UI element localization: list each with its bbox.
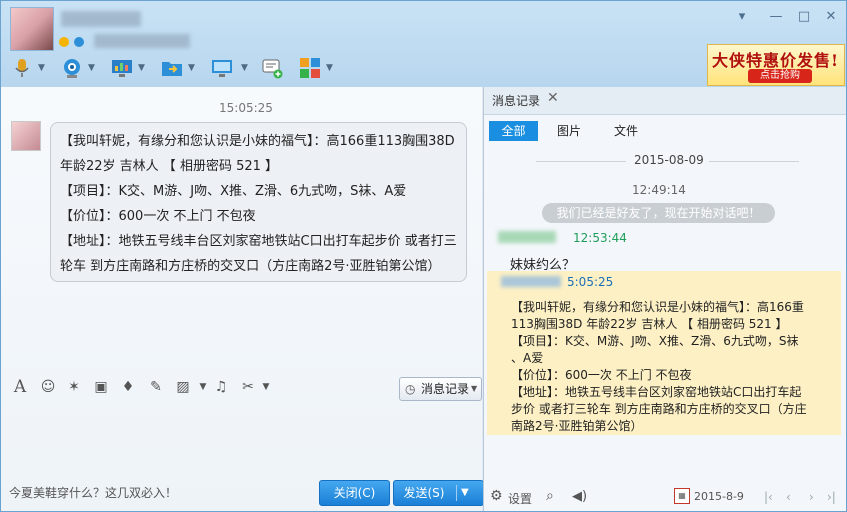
remote-desktop-icon[interactable] — [211, 57, 233, 79]
highlighted-message: 5:05:25 【我叫轩妮，有缘分和您认识是小妹的福气】：高166重 113胸围… — [487, 271, 841, 435]
close-tab-icon[interactable]: ✕ — [547, 90, 559, 106]
minimize-icon[interactable]: — — [768, 9, 784, 25]
share-screen-icon[interactable] — [111, 57, 133, 79]
send-divider — [456, 485, 457, 501]
chat-pane: 15:05:25 【我叫轩妮，有缘分和您认识是小妹的福气】：高166重113胸围… — [1, 87, 484, 511]
filter-files[interactable]: 文件 — [606, 121, 646, 141]
font-icon[interactable]: A — [11, 379, 29, 396]
history-time: 5:05:25 — [567, 275, 614, 289]
chevron-down-icon[interactable]: ▼ — [38, 63, 45, 73]
send-button[interactable]: 发送(S) ▼ — [393, 480, 484, 506]
screenshot-icon[interactable]: ✂ — [239, 379, 257, 395]
history-time: 12:49:14 — [632, 183, 686, 197]
message-history-label: 消息记录 — [421, 382, 470, 396]
message-history-button[interactable]: ◷ 消息记录 ▼ — [399, 377, 482, 401]
microphone-icon[interactable] — [11, 57, 33, 79]
history-line: 【项目】：K交、M游、J吻、X推、Z滑、6九式吻，S袜 — [511, 334, 799, 348]
contact-name-blurred — [61, 11, 141, 27]
clock-icon: ◷ — [405, 382, 416, 396]
chevron-down-icon[interactable]: ▼ — [241, 63, 248, 73]
chevron-down-icon: ▼ — [471, 384, 478, 393]
gear-icon[interactable]: ⚙ — [490, 488, 503, 504]
maximize-icon[interactable]: □ — [796, 9, 812, 25]
chevron-down-icon[interactable]: ▼ — [194, 379, 212, 395]
next-page-icon[interactable]: › — [809, 490, 814, 504]
send-file-icon[interactable] — [161, 57, 183, 79]
prev-page-icon[interactable]: ‹ — [786, 490, 791, 504]
history-date: 2015-08-09 — [634, 153, 704, 167]
emoji-icon[interactable]: ☺ — [39, 379, 57, 395]
history-line: 113胸围38D 年龄22岁 吉林人 【 相册密码 521 】 — [511, 317, 788, 331]
message-line: 【项目】：K交、M游、J吻、X推、Z滑、6九式吻，S袜、A爱 — [60, 184, 407, 199]
sender-name-blurred — [501, 276, 561, 287]
ad-banner[interactable]: 大侠特惠价发售! 点击抢购 — [707, 44, 845, 86]
video-camera-icon[interactable] — [61, 57, 83, 79]
contact-avatar[interactable] — [10, 7, 54, 51]
chevron-down-icon[interactable]: ▼ — [88, 63, 95, 73]
search-icon[interactable]: ⌕ — [546, 488, 554, 504]
history-line: 南路2号·亚胜铂第公馆） — [511, 419, 643, 433]
message-time: 15:05:25 — [219, 101, 273, 115]
apps-icon[interactable] — [299, 57, 321, 79]
ad-headline: 大侠特惠价发售! — [712, 51, 840, 70]
message-add-icon[interactable] — [261, 57, 283, 79]
edit-icon[interactable]: ✎ — [147, 379, 165, 395]
date-divider — [709, 161, 799, 162]
filter-all[interactable]: 全部 — [489, 121, 538, 141]
shake-icon[interactable]: ✶ — [65, 379, 83, 395]
contact-signature-blurred — [94, 34, 190, 48]
settings-label[interactable]: 设置 — [508, 490, 532, 507]
last-page-icon[interactable]: ›| — [827, 490, 836, 504]
message-line: 【地址】：地铁五号线丰台区刘家窑地铁站C口出打车起步价 或者打三 — [60, 234, 457, 249]
system-message: 我们已经是好友了，现在开始对话吧！ — [542, 203, 775, 223]
message-line: 轮车 到方庄南路和方庄桥的交叉口（方庄南路2号·亚胜铂第公馆） — [60, 259, 441, 274]
close-button[interactable]: 关闭(C) — [319, 480, 390, 506]
music-icon[interactable]: ♫ — [212, 379, 230, 395]
history-line: 步价 或者打三轮车 到方庄南路和方庄桥的交叉口（方庄 — [511, 402, 807, 416]
dropdown-icon[interactable]: ▾ — [734, 9, 750, 25]
chevron-down-icon[interactable]: ▼ — [138, 63, 145, 73]
qzone-icon[interactable] — [74, 37, 84, 47]
image-icon[interactable]: ▨ — [174, 379, 192, 395]
sender-name-blurred — [498, 231, 556, 243]
history-line: 【我叫轩妮，有缘分和您认识是小妹的福气】：高166重 — [511, 300, 804, 314]
history-line: 【地址】：地铁五号线丰台区刘家窑地铁站C口出打车起 — [511, 385, 802, 399]
message-line: 年龄22岁 吉林人 【 相册密码 521 】 — [60, 159, 279, 174]
tab-message-history[interactable]: 消息记录 — [492, 92, 540, 109]
filter-images[interactable]: 图片 — [549, 121, 589, 141]
title-bar: ▾ — □ ✕ ▼ ▼ ▼ ▼ ▼ ▼ 大侠特惠价发售! 点击抢购 — [1, 1, 846, 87]
history-footer-date: 2015-8-9 — [694, 490, 744, 503]
speaker-icon[interactable]: ◀) — [572, 489, 587, 504]
chevron-down-icon[interactable]: ▼ — [326, 63, 333, 73]
voice-message-icon[interactable]: ♦ — [119, 379, 137, 395]
history-footer: ⚙ 设置 ⌕ ◀) ▦ 2015-8-9 |‹ ‹ › ›| — [484, 485, 846, 511]
date-divider — [536, 161, 626, 162]
first-page-icon[interactable]: |‹ — [764, 490, 773, 504]
history-line: 、A爱 — [511, 351, 544, 365]
history-time: 12:53:44 — [573, 231, 627, 245]
close-icon[interactable]: ✕ — [823, 9, 839, 25]
chevron-down-icon[interactable]: ▼ — [188, 63, 195, 73]
history-tab-bar: 消息记录 ✕ — [484, 87, 846, 115]
history-line: 【价位】：600一次 不上门 不包夜 — [511, 368, 692, 382]
message-bubble: 【我叫轩妮，有缘分和您认识是小妹的福气】：高166重113胸围38D 年龄22岁… — [50, 122, 467, 282]
send-label: 发送(S) — [403, 486, 445, 500]
chevron-down-icon[interactable]: ▼ — [461, 481, 469, 505]
vip-star-icon[interactable] — [59, 37, 69, 47]
calendar-icon[interactable]: ▦ — [674, 488, 690, 504]
ad-cta[interactable]: 点击抢购 — [748, 69, 812, 83]
chevron-down-icon[interactable]: ▼ — [257, 379, 275, 395]
gif-icon[interactable]: ▣ — [92, 379, 110, 395]
news-ticker[interactable]: 今夏美鞋穿什么？这几双必入！ — [9, 484, 177, 501]
history-pane: 消息记录 ✕ 全部 图片 文件 2015-08-09 12:49:14 我们已经… — [483, 87, 846, 511]
message-line: 【价位】：600一次 不上门 不包夜 — [60, 209, 256, 224]
sender-avatar[interactable] — [11, 121, 41, 151]
chat-window: ▾ — □ ✕ ▼ ▼ ▼ ▼ ▼ ▼ 大侠特惠价发售! 点击抢购 15:05:… — [0, 0, 847, 512]
message-line: 【我叫轩妮，有缘分和您认识是小妹的福气】：高166重113胸围38D — [60, 134, 455, 149]
